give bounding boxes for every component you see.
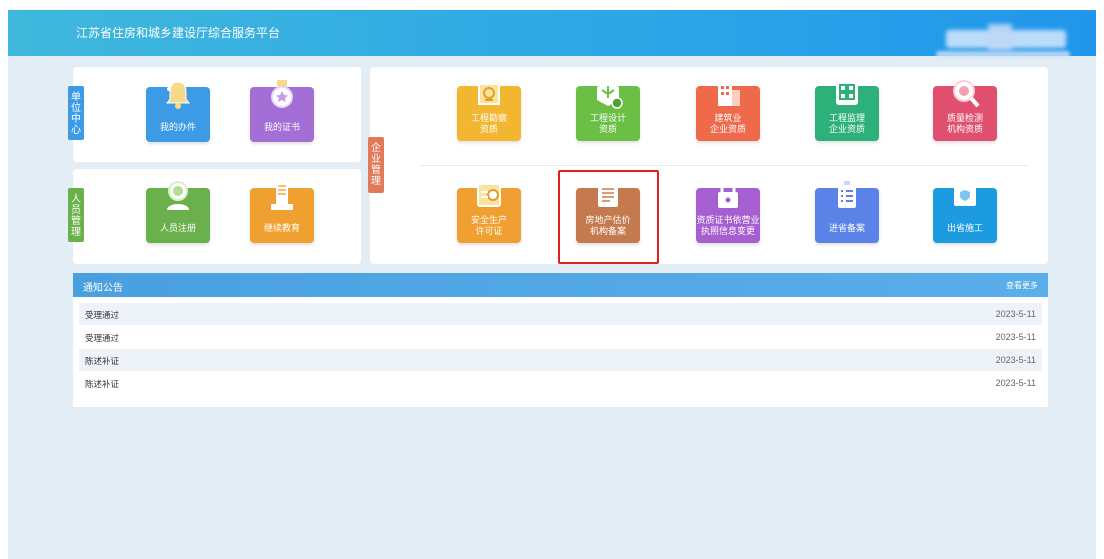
supervision-icon [832, 78, 862, 110]
tile-label-line2: 机构资质 [946, 125, 983, 135]
tile-label: 我的办件 [159, 123, 196, 133]
design-icon [593, 78, 623, 110]
continuing-education-tile[interactable]: 继续教育 [250, 182, 314, 243]
tile-label: 我的证书 [263, 123, 300, 133]
inspection-icon [950, 78, 980, 110]
notice-text[interactable]: 陈述补证 [85, 378, 119, 390]
my-certificates-tile[interactable]: 我的证书 [250, 80, 314, 142]
medal-icon [267, 79, 297, 111]
view-more-link[interactable]: 查看更多 [1006, 280, 1038, 291]
notice-text[interactable]: 受理通过 [85, 309, 119, 321]
top-header: 江苏省住房和城乡建设厅综合服务平台 [8, 10, 1096, 58]
notice-row[interactable]: 陈述补证 2023-5-11 [79, 349, 1042, 371]
personnel-panel [73, 169, 361, 264]
tile-label-line1: 安全生产 [470, 216, 507, 226]
user-info-blurred[interactable] [936, 18, 1070, 62]
tile-label-line2: 执照信息变更 [700, 227, 755, 237]
site-title: 江苏省住房和城乡建设厅综合服务平台 [76, 26, 281, 40]
my-cases-tile[interactable]: 我的办件 [146, 81, 210, 142]
row-divider [420, 165, 1028, 166]
notice-text[interactable]: 受理通过 [85, 332, 119, 344]
personnel-tab[interactable]: 人员管理 [68, 188, 84, 242]
safety-icon [474, 180, 504, 212]
notice-row[interactable]: 陈述补证 2023-5-11 [79, 372, 1042, 394]
tile-label-line2: 资质 [598, 125, 617, 135]
construction-icon [713, 78, 743, 110]
tile-label-line2: 企业资质 [709, 125, 746, 135]
survey-icon [474, 78, 504, 110]
notice-date: 2023-5-11 [995, 309, 1036, 319]
enter-province-filing-tile[interactable]: 进省备案 [815, 181, 879, 243]
out-of-province-construction-tile[interactable]: 出省施工 [933, 182, 997, 243]
supervision-qualification-tile[interactable]: 工程监理 企业资质 [815, 81, 879, 141]
user-icon [163, 180, 193, 212]
tile-label-line1: 工程监理 [828, 114, 865, 124]
tile-label-line1: 工程设计 [589, 114, 626, 124]
license-change-icon [713, 180, 743, 212]
tile-label: 继续教育 [263, 224, 300, 234]
enterprise-tab[interactable]: 企业管理 [368, 137, 384, 193]
tile-label: 人员注册 [159, 224, 196, 234]
construction-qualification-tile[interactable]: 建筑业 企业资质 [696, 82, 760, 141]
notice-date: 2023-5-11 [995, 355, 1036, 365]
tile-label-line2: 企业资质 [828, 125, 865, 135]
unit-center-tab[interactable]: 单位中心 [68, 86, 84, 140]
tile-label-line1: 工程勘察 [470, 114, 507, 124]
unit-center-panel [73, 67, 361, 162]
notice-panel: 通知公告 查看更多 受理通过 2023-5-11 受理通过 2023-5-11 … [73, 273, 1048, 407]
bell-icon [163, 79, 193, 111]
notice-date: 2023-5-11 [995, 332, 1036, 342]
tile-label-line1: 建筑业 [714, 114, 742, 124]
notice-row[interactable]: 受理通过 2023-5-11 [79, 303, 1042, 325]
tile-label: 出省施工 [946, 224, 983, 234]
tile-label-line1: 资质证书依营业 [696, 216, 760, 226]
design-qualification-tile[interactable]: 工程设计 资质 [576, 81, 640, 141]
certificate-icon [950, 180, 980, 212]
highlight-box [558, 170, 659, 264]
notice-text[interactable]: 陈述补证 [85, 355, 119, 367]
building-icon [267, 180, 297, 212]
personnel-register-tile[interactable]: 人员注册 [146, 181, 210, 243]
quality-inspection-tile[interactable]: 质量检测 机构资质 [933, 80, 997, 141]
tile-label: 进省备案 [828, 224, 865, 234]
notice-header: 通知公告 查看更多 [73, 273, 1048, 297]
safety-permit-tile[interactable]: 安全生产 许可证 [457, 183, 521, 243]
notice-date: 2023-5-11 [995, 378, 1036, 388]
tile-label-line2: 许可证 [475, 227, 503, 237]
notice-row[interactable]: 受理通过 2023-5-11 [79, 326, 1042, 348]
notice-title: 通知公告 [83, 283, 123, 294]
survey-qualification-tile[interactable]: 工程勘察 资质 [457, 83, 521, 141]
tile-label-line2: 资质 [479, 125, 498, 135]
license-info-change-tile[interactable]: 资质证书依营业 执照信息变更 [696, 182, 760, 243]
checklist-icon [832, 180, 862, 212]
tile-label-line1: 质量检测 [946, 114, 983, 124]
